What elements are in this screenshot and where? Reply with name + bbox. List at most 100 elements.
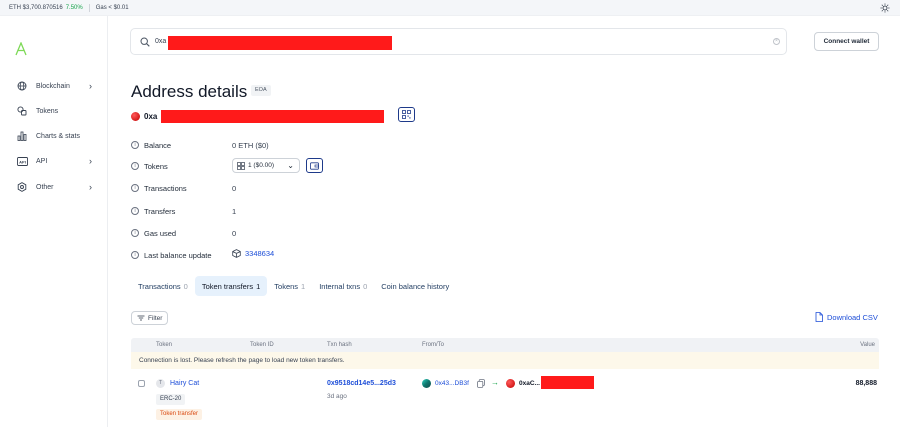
last-balance-update-row: i Last balance update: [131, 249, 212, 261]
info-icon[interactable]: i: [131, 184, 139, 192]
to-address[interactable]: 0xaC...: [519, 380, 540, 387]
token-standard-badge: ERC-20: [156, 394, 186, 405]
tab-bar: Transactions 0 Token transfers 1 Tokens …: [131, 276, 456, 296]
column-header-txn-hash: Txn hash: [327, 342, 352, 348]
sidebar-item-label: Tokens: [36, 107, 59, 115]
tab-count: 0: [183, 281, 188, 291]
address-text[interactable]: 0xa: [144, 112, 157, 121]
api-icon: API: [16, 155, 28, 167]
row-checkbox[interactable]: [138, 380, 145, 387]
copy-icon[interactable]: [477, 379, 485, 388]
sidebar-item-label: API: [36, 157, 48, 165]
search-icon: [140, 37, 150, 47]
sidebar: Blockchain › Tokens Charts & stats API A…: [0, 16, 108, 427]
to-avatar: [506, 379, 515, 388]
svg-text:API: API: [19, 159, 26, 164]
from-address-link[interactable]: 0x43...DB3f: [435, 380, 469, 387]
token-transfer-badge: Token transfer: [156, 409, 203, 420]
transfers-label: Transfers: [144, 206, 176, 216]
tokens-label: Tokens: [144, 161, 168, 171]
tab-label: Coin balance history: [381, 281, 450, 291]
balance-label: Balance: [144, 140, 172, 150]
tab-label: Token transfers: [201, 281, 254, 291]
column-header-value: Value: [860, 342, 875, 348]
wallet-button[interactable]: [306, 158, 323, 173]
filter-button[interactable]: Filter: [131, 311, 168, 325]
info-icon[interactable]: i: [131, 251, 139, 259]
document-icon: [815, 312, 823, 322]
tab-label: Internal txns: [319, 281, 361, 291]
sidebar-item-other[interactable]: Other ›: [16, 180, 96, 194]
transactions-row: i Transactions: [131, 182, 187, 194]
sidebar-item-label: Charts & stats: [36, 132, 80, 140]
connect-wallet-button[interactable]: Connect wallet: [814, 32, 879, 51]
chart-icon: [16, 130, 28, 142]
from-avatar: [422, 379, 431, 388]
redaction-bar: [161, 110, 384, 123]
table-row: T Hairy Cat ERC-20 Token transfer 0x9518…: [131, 370, 879, 427]
info-icon[interactable]: i: [131, 229, 139, 237]
sidebar-item-tokens[interactable]: Tokens: [16, 104, 96, 118]
qr-code-button[interactable]: [398, 107, 415, 122]
info-icon[interactable]: i: [131, 207, 139, 215]
wallet-icon: [310, 161, 319, 170]
eth-price-change: 7.50%: [65, 4, 83, 11]
tab-transactions[interactable]: Transactions 0: [131, 276, 195, 296]
filter-icon: [137, 315, 145, 321]
tab-label: Transactions: [138, 281, 181, 291]
block-number[interactable]: 3348634: [245, 249, 274, 258]
sun-icon[interactable]: [880, 3, 890, 13]
table-header: Token Token ID Txn hash From/To Value: [131, 338, 879, 352]
tab-coin-balance-history[interactable]: Coin balance history: [374, 276, 456, 296]
chevron-down-icon: ⌄: [287, 161, 294, 170]
sidebar-item-api[interactable]: API API ›: [16, 154, 96, 168]
connection-alert: Connection is lost. Please refresh the p…: [131, 352, 879, 369]
tab-count: 0: [363, 281, 368, 291]
chevron-right-icon: ›: [89, 81, 92, 91]
address-avatar: [131, 111, 140, 121]
gas-price: Gas < $0.01: [95, 4, 129, 11]
filter-label: Filter: [148, 314, 163, 322]
search-input[interactable]: 0xa ×: [130, 28, 787, 55]
info-icon[interactable]: i: [131, 141, 139, 149]
tab-count: 1: [256, 281, 261, 291]
tokens-icon: [237, 161, 245, 170]
tab-token-transfers[interactable]: Token transfers 1: [194, 276, 268, 296]
transactions-label: Transactions: [144, 183, 187, 193]
gas-used-label: Gas used: [144, 228, 177, 238]
cube-icon: [232, 249, 241, 258]
info-icon[interactable]: i: [131, 162, 139, 170]
clear-icon[interactable]: ×: [773, 38, 780, 45]
token-name-link[interactable]: Hairy Cat: [170, 380, 199, 387]
transfers-value: 1: [232, 207, 237, 216]
address-row: 0xa: [131, 109, 157, 123]
chevron-right-icon: ›: [89, 182, 92, 192]
tokens-select-value: 1 ($0.00): [248, 162, 275, 169]
qr-code-icon: [402, 110, 411, 119]
tab-internal-txns[interactable]: Internal txns 0: [312, 276, 374, 296]
download-csv-link[interactable]: Download CSV: [815, 312, 878, 322]
cube-icon: [16, 80, 28, 92]
sidebar-item-charts[interactable]: Charts & stats: [16, 129, 96, 143]
tokens-select[interactable]: 1 ($0.00) ⌄: [232, 158, 300, 173]
balance-value: 0 ETH ($0): [232, 141, 269, 150]
page-title: Address details: [131, 82, 248, 101]
transfers-row: i Transfers: [131, 205, 175, 217]
gas-used-value: 0: [232, 229, 237, 238]
txn-hash-link[interactable]: 0x9518cd14e5...25d3: [327, 380, 396, 387]
column-header-token-id: Token ID: [250, 342, 274, 348]
gear-icon: [16, 181, 28, 193]
sidebar-item-blockchain[interactable]: Blockchain ›: [16, 79, 96, 93]
logo-icon[interactable]: [14, 42, 28, 56]
balance-row: i Balance: [131, 139, 171, 151]
tab-label: Tokens: [274, 281, 299, 291]
redaction-bar: [541, 376, 594, 389]
block-link[interactable]: 3348634: [232, 249, 274, 258]
divider: [88, 3, 90, 12]
arrow-right-icon: →: [491, 378, 499, 387]
eth-price: ETH $3,700.870516: [9, 4, 63, 11]
eoa-badge: EOA: [251, 85, 271, 96]
redaction-bar: [168, 36, 392, 50]
tab-tokens[interactable]: Tokens 1: [267, 276, 312, 296]
search-value[interactable]: 0xa: [155, 38, 166, 45]
